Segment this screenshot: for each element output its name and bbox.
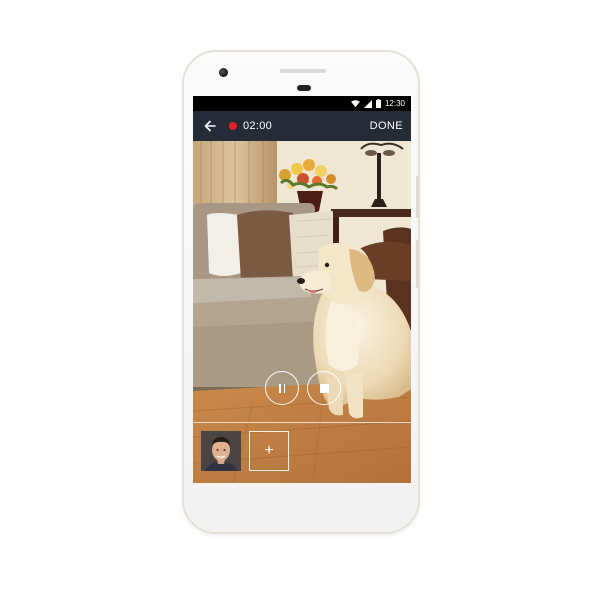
- status-bar: 12:30: [193, 96, 411, 111]
- earpiece-speaker: [280, 69, 326, 73]
- app-bar: 02:00 DONE: [193, 111, 411, 141]
- proximity-sensor: [297, 85, 311, 91]
- recording-timer: 02:00: [243, 120, 273, 132]
- front-camera: [219, 68, 228, 77]
- stop-icon: [319, 383, 329, 393]
- person-avatar-icon: [201, 431, 241, 471]
- playback-controls: [193, 369, 411, 409]
- signal-icon: [363, 99, 372, 108]
- timeline-divider: [193, 422, 411, 423]
- recording-indicator: [229, 122, 237, 130]
- power-button: [416, 176, 419, 218]
- participant-avatar[interactable]: [201, 431, 241, 471]
- pause-icon: [278, 383, 286, 393]
- volume-button: [416, 240, 419, 288]
- battery-icon: [375, 99, 381, 108]
- phone-screen: 12:30 02:00 DONE +: [193, 96, 411, 483]
- wifi-icon: [351, 99, 360, 107]
- camera-preview: +: [193, 141, 411, 483]
- status-time: 12:30: [384, 99, 405, 108]
- stop-button[interactable]: [307, 371, 341, 405]
- arrow-left-icon: [204, 120, 216, 132]
- pause-button[interactable]: [265, 371, 299, 405]
- done-button[interactable]: DONE: [370, 120, 403, 132]
- back-button[interactable]: [201, 117, 219, 135]
- participant-strip: +: [193, 431, 411, 475]
- stage: 12:30 02:00 DONE +: [0, 0, 600, 600]
- add-participant-button[interactable]: +: [249, 431, 289, 471]
